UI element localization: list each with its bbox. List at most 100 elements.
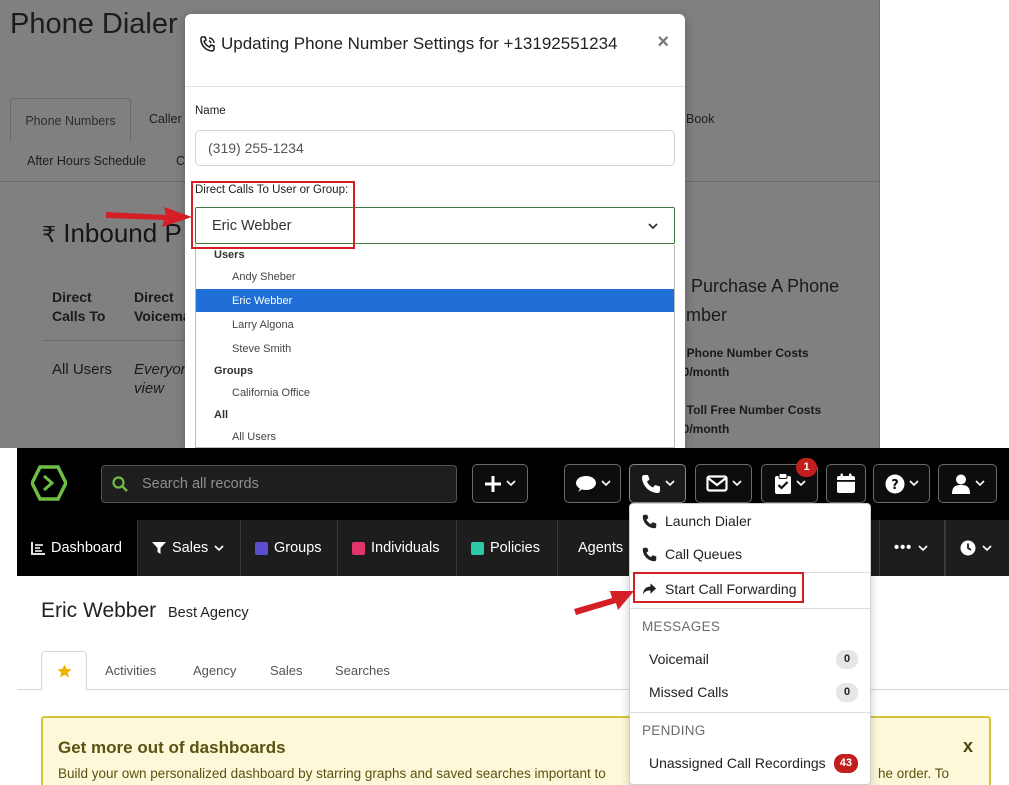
chevron-down-icon	[600, 480, 611, 487]
tab-phone-numbers[interactable]: Phone Numbers	[10, 98, 131, 142]
nav-individuals[interactable]: Individuals	[338, 520, 457, 576]
menu-divider	[630, 712, 870, 713]
tab-caller-id[interactable]: Caller I	[149, 112, 189, 126]
groups-color-icon	[255, 541, 268, 555]
chat-icon	[575, 475, 596, 492]
plus-icon	[485, 475, 501, 492]
chevron-down-icon	[664, 480, 675, 487]
direct-calls-options: Users Andy Sheber Eric Webber Larry Algo…	[195, 244, 675, 448]
chevron-down-icon	[214, 544, 224, 551]
annotation-highlight-box	[191, 181, 355, 249]
chevron-down-icon	[974, 480, 985, 487]
option-group-all: All	[214, 409, 229, 421]
name-input[interactable]: (319) 255-1234	[195, 130, 675, 166]
nav-policies-label: Policies	[490, 540, 540, 556]
option-group-groups: Groups	[214, 365, 254, 377]
tab-agency[interactable]: Agency	[193, 663, 236, 678]
chevron-down-icon	[648, 222, 658, 229]
chevron-down-icon	[908, 480, 919, 487]
tab-activities[interactable]: Activities	[105, 663, 156, 678]
modal-title: Updating Phone Number Settings for +1319…	[199, 34, 617, 54]
missed-calls-count-badge: 0	[836, 682, 858, 702]
nav-individuals-label: Individuals	[371, 540, 440, 556]
menu-call-queues-label: Call Queues	[665, 546, 743, 562]
email-menu-button[interactable]	[695, 464, 752, 503]
help-menu-button[interactable]: ?	[873, 464, 930, 503]
nav-sales[interactable]: Sales	[138, 520, 241, 576]
nav-dashboard-label: Dashboard	[51, 540, 122, 556]
annotation-highlight-box	[633, 572, 804, 603]
option-california-office[interactable]: California Office	[196, 381, 674, 404]
tab-starred[interactable]	[41, 651, 87, 691]
toll-free-cost-price: 00/month	[676, 422, 730, 436]
nav-agents-label: Agents	[578, 540, 624, 556]
promo-text-tail: he order. To	[878, 766, 950, 781]
menu-missed-calls[interactable]: Missed Calls 0	[630, 676, 870, 708]
tab-book[interactable]: Book	[686, 112, 715, 126]
annotation-arrow-icon	[106, 207, 192, 227]
menu-unassigned-label: Unassigned Call Recordings	[649, 755, 826, 771]
option-all-users[interactable]: All Users	[196, 425, 674, 448]
search-box[interactable]: Search all records	[101, 465, 457, 503]
nav-recent-button[interactable]	[945, 520, 1009, 576]
nav-groups[interactable]: Groups	[241, 520, 338, 576]
toll-free-cost-label: h Toll Free Number Costs	[676, 403, 822, 417]
chart-area-icon	[31, 541, 45, 555]
menu-divider	[630, 608, 870, 609]
user-menu-button[interactable]	[938, 464, 997, 503]
phone-dialer-screenshot: Phone Dialer Phone Numbers Caller I Book…	[0, 0, 880, 448]
name-label: Name	[195, 105, 226, 117]
app-logo-icon[interactable]	[31, 465, 67, 501]
option-group-users: Users	[214, 249, 245, 261]
chat-menu-button[interactable]	[564, 464, 621, 503]
table-cell-direct-voicemail: Everyon view	[134, 361, 190, 397]
option-eric-webber[interactable]: Eric Webber	[196, 289, 674, 312]
phone-icon	[641, 474, 660, 493]
tab-after-hours-schedule[interactable]: After Hours Schedule	[27, 154, 146, 168]
menu-pending-header: PENDING	[642, 723, 706, 738]
clipboard-check-icon	[774, 472, 791, 494]
tab-searches[interactable]: Searches	[335, 663, 390, 678]
nav-more-button[interactable]: •••	[879, 520, 945, 576]
menu-launch-dialer[interactable]: Launch Dialer	[630, 505, 870, 537]
contact-agency: Best Agency	[168, 605, 249, 621]
menu-missed-calls-label: Missed Calls	[649, 684, 729, 700]
chevron-down-icon	[982, 544, 992, 551]
phone-menu-button[interactable]	[629, 464, 686, 503]
calendar-button[interactable]	[826, 464, 866, 503]
promo-close-button[interactable]: x	[963, 736, 973, 757]
page-title: Phone Dialer	[10, 8, 178, 40]
menu-voicemail[interactable]: Voicemail 0	[630, 643, 870, 675]
policies-color-icon	[471, 541, 484, 555]
phone-icon	[642, 547, 657, 561]
nav-groups-label: Groups	[274, 540, 322, 556]
envelope-icon	[705, 475, 728, 492]
phone-icon	[642, 514, 657, 528]
nav-policies[interactable]: Policies	[457, 520, 558, 576]
user-icon	[951, 474, 970, 494]
annotation-arrow-icon	[574, 591, 634, 615]
option-steve-smith[interactable]: Steve Smith	[196, 337, 674, 360]
unassigned-count-badge: 43	[833, 753, 858, 773]
phone-number-cost-price: 00/month	[676, 365, 730, 379]
purchase-heading: d Purchase A Phone umber	[676, 276, 840, 325]
menu-voicemail-label: Voicemail	[649, 651, 709, 667]
add-menu-button[interactable]	[472, 464, 528, 503]
modal-header: Updating Phone Number Settings for +1319…	[185, 14, 685, 87]
promo-text-start: Build your own personalized dashboard by…	[58, 766, 606, 781]
help-icon: ?	[885, 474, 904, 493]
calendar-icon	[837, 473, 855, 493]
menu-call-queues[interactable]: Call Queues	[630, 538, 870, 570]
svg-text:?: ?	[891, 478, 899, 493]
dollar-sign-icon: ₹	[42, 222, 56, 247]
menu-unassigned-call-recordings[interactable]: Unassigned Call Recordings 43	[630, 747, 870, 779]
option-andy-sheber[interactable]: Andy Sheber	[196, 265, 674, 288]
nav-dashboard[interactable]: Dashboard	[17, 520, 138, 576]
option-larry-algona[interactable]: Larry Algona	[196, 313, 674, 336]
chevron-down-icon	[795, 480, 806, 487]
clock-icon	[960, 540, 976, 556]
modal-close-button[interactable]: ×	[657, 31, 669, 54]
tab-sales[interactable]: Sales	[270, 663, 303, 678]
chevron-down-icon	[731, 480, 742, 487]
nav-agents[interactable]: Agents	[558, 520, 632, 576]
